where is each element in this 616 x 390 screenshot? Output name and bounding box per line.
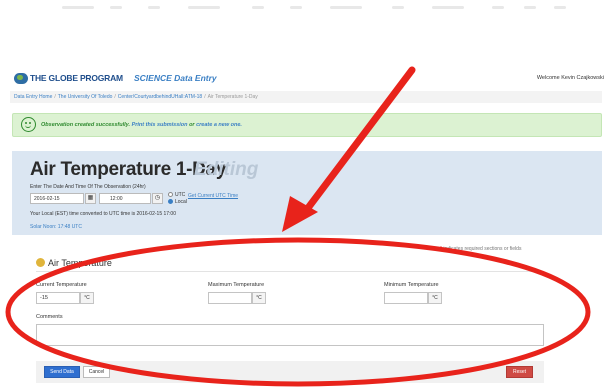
alert-message: Observation created successfully. [41,122,131,128]
cancel-button[interactable]: Cancel [83,366,110,378]
breadcrumb-site[interactable]: Center/CourtyardbehindUHall:ATM-18 [118,94,202,100]
breadcrumb-home[interactable]: Data Entry Home [14,94,52,100]
print-submission-link[interactable]: Print this submission [132,122,188,128]
section-title: Air Temperature [48,258,112,268]
breadcrumb-organization[interactable]: The University Of Toledo [58,94,113,100]
site-header: THE GLOBE PROGRAM SCIENCE Data Entry Wel… [14,72,604,88]
comments-textarea[interactable] [36,324,544,346]
minimum-temperature-input[interactable] [384,292,428,304]
reset-button[interactable]: Reset [506,366,533,378]
date-prompt: Enter The Date And Time Of The Observati… [30,184,146,190]
breadcrumb: Data Entry Home / The University Of Toledo… [10,91,602,103]
maximum-temperature-label: Maximum Temperature [208,282,265,288]
required-note: * indicates required sections or fields [440,246,521,252]
observation-header-panel: Air Temperature 1-Day Editing Enter The … [12,151,602,235]
app-subtitle: SCIENCE Data Entry [134,73,217,83]
current-temperature-input[interactable]: -15 [36,292,80,304]
globe-logo-icon[interactable] [14,73,28,84]
required-star-icon: * [440,246,442,252]
alert-or-text: or [189,122,195,128]
breadcrumb-current: Air Temperature 1-Day [207,94,258,100]
clock-icon[interactable]: ◷ [152,193,163,204]
send-data-button[interactable]: Send Data [44,366,80,378]
get-utc-time-link[interactable]: Get Current UTC Time [188,193,238,199]
current-temperature-label: Current Temperature [36,282,87,288]
brand-name[interactable]: THE GLOBE PROGRAM [30,73,123,83]
time-input[interactable]: 12:00 [99,193,151,204]
success-alert: Observation created successfully. Print … [12,113,602,137]
section-divider [36,271,544,272]
calendar-icon[interactable]: ▦ [85,193,96,204]
current-temperature-unit: °C [80,292,94,304]
breadcrumb-separator: / [114,94,116,100]
local-radio-label: Local [175,199,187,205]
welcome-user[interactable]: Welcome Kevin Czajkowski [537,75,604,81]
smiley-icon [21,117,36,132]
minimum-temperature-unit: °C [428,292,442,304]
required-note-text: indicates required sections or fields [443,246,522,252]
section-status-icon [36,258,45,267]
mode-label: Editing [194,159,259,180]
converted-time-text: Your Local (EST) time converted to UTC t… [30,211,176,217]
radio-icon[interactable] [168,192,173,197]
utc-radio[interactable]: UTC [168,192,185,198]
maximum-temperature-input[interactable] [208,292,252,304]
breadcrumb-separator: / [204,94,206,100]
maximum-temperature-unit: °C [252,292,266,304]
radio-checked-icon[interactable] [168,199,173,204]
local-radio[interactable]: Local [168,199,187,205]
comments-label: Comments [36,314,63,320]
solar-noon-text: Solar Noon: 17:48 UTC [30,224,82,230]
top-faded-bar [0,6,616,12]
date-input[interactable]: 2016-02-15 [30,193,84,204]
create-new-link[interactable]: create a new one. [196,122,242,128]
minimum-temperature-label: Minimum Temperature [384,282,439,288]
utc-radio-label: UTC [175,192,186,198]
form-action-bar: Send Data Cancel Reset [36,361,544,383]
breadcrumb-separator: / [54,94,56,100]
